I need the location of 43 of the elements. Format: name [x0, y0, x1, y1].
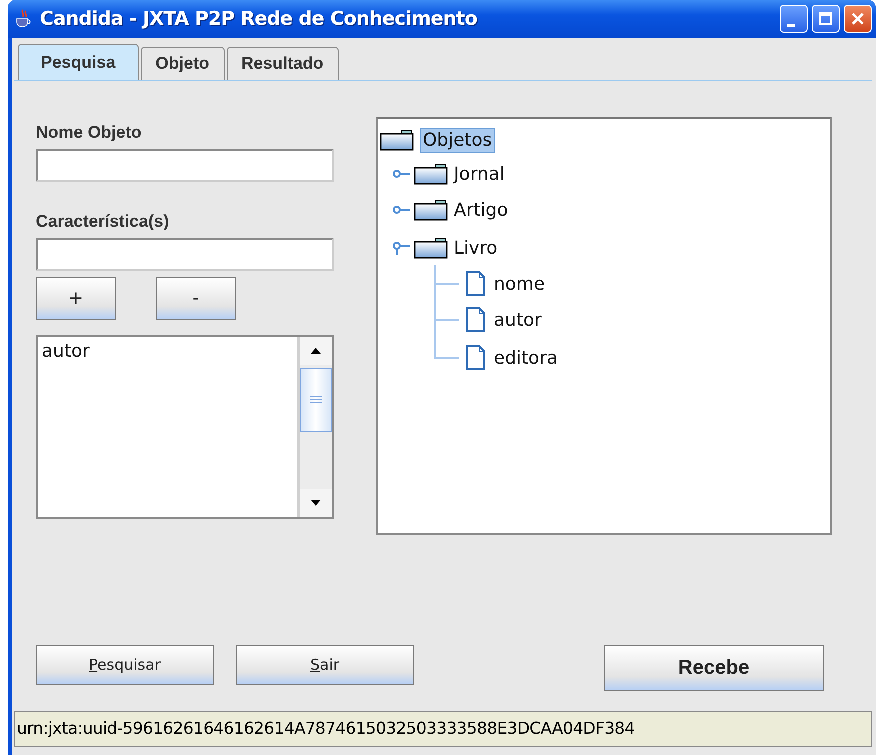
folder-icon — [414, 163, 448, 185]
folder-icon — [414, 237, 448, 259]
scroll-up-button[interactable] — [300, 337, 332, 365]
field-label: Nome Objeto — [36, 123, 143, 144]
document-icon — [466, 307, 486, 333]
tree-node[interactable]: Artigo — [452, 198, 510, 222]
tab[interactable]: Resultado — [226, 47, 339, 80]
action-button[interactable]: Pesquisar — [36, 645, 214, 685]
maximize-button[interactable] — [812, 5, 840, 33]
folder-icon — [414, 199, 448, 221]
down-triangle-icon — [310, 499, 322, 507]
tree-node[interactable]: editora — [492, 346, 560, 370]
tree-node[interactable]: nome — [492, 272, 548, 296]
scroll-down-button[interactable] — [300, 489, 332, 517]
window-title: Candida - JXTA P2P Rede de Conhecimento — [40, 8, 478, 30]
minimize-icon — [787, 24, 795, 26]
status-bar: urn:jxta:uuid-59616261646162614A7874615032503333588E3DCAA04DF384 — [14, 711, 872, 747]
list-item[interactable]: autor — [42, 341, 293, 362]
tree-connector — [434, 265, 460, 303]
scroll-thumb[interactable] — [300, 368, 332, 432]
close-button[interactable] — [844, 5, 872, 33]
action-button[interactable]: Recebe — [604, 645, 824, 691]
up-triangle-icon — [310, 347, 322, 355]
field-label: Característica(s) — [36, 212, 170, 233]
name-field[interactable] — [36, 149, 334, 182]
maximize-icon — [819, 12, 833, 26]
tree-node[interactable]: Livro — [452, 236, 500, 260]
expand-handle-icon[interactable] — [392, 240, 410, 256]
folder-icon — [380, 129, 414, 151]
action-button[interactable]: Sair — [236, 645, 414, 685]
tree-node[interactable]: Objetos — [420, 128, 496, 152]
remove-button[interactable]: - — [156, 277, 236, 320]
close-icon — [851, 12, 865, 26]
document-icon — [466, 345, 486, 371]
feature-field[interactable] — [36, 238, 334, 271]
scrollbar[interactable] — [297, 337, 332, 517]
tree-node[interactable]: Jornal — [452, 162, 507, 186]
add-button[interactable]: + — [36, 277, 116, 320]
tab[interactable]: Pesquisa — [18, 44, 139, 80]
tree-node[interactable]: autor — [492, 308, 544, 332]
minimize-button[interactable] — [780, 5, 808, 33]
document-icon — [466, 271, 486, 297]
tab[interactable]: Objeto — [140, 47, 224, 80]
